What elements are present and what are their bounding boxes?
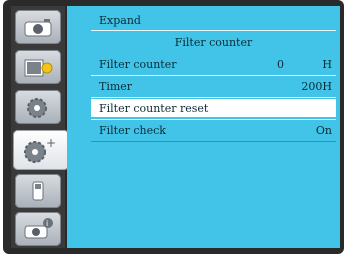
menu-title: Expand: [67, 12, 340, 28]
menu-title-text: Expand: [99, 14, 141, 27]
menu-row-label: Filter counter: [99, 58, 177, 71]
menu-row-value: 200H: [301, 80, 332, 93]
row-divider: [91, 141, 336, 142]
settings-gear-icon: [27, 98, 47, 118]
menu-row-value: On: [315, 124, 332, 137]
row-divider: [91, 119, 336, 120]
row-divider: [91, 75, 336, 76]
menu-row-filter-counter[interactable]: Filter counter 0 H: [91, 55, 336, 73]
menu-row-timer[interactable]: Timer 200H: [91, 77, 336, 95]
sidebar-tab-expand[interactable]: +: [13, 130, 69, 170]
menu-row-filter-check[interactable]: Filter check On: [91, 121, 336, 139]
camera-icon: [24, 19, 52, 37]
menu-row-label: Filter counter reset: [99, 102, 209, 115]
sidebar-tab-camera[interactable]: [15, 10, 61, 44]
expand-settings-icon: +: [24, 136, 56, 163]
menu-sidebar: + i: [11, 6, 69, 248]
menu-row-unit: H: [322, 58, 332, 71]
menu-row-label: Filter check: [99, 124, 166, 137]
menu-row-filter-counter-reset[interactable]: Filter counter reset: [91, 99, 336, 117]
projector-osd-screen: + i Expand Filter counter Filter counter: [3, 0, 344, 254]
svg-text:+: +: [46, 136, 56, 150]
sidebar-tab-display[interactable]: [15, 50, 61, 84]
row-divider: [91, 97, 336, 98]
sidebar-tab-info[interactable]: i: [15, 212, 61, 246]
info-icon: i: [24, 218, 53, 239]
usb-icon: [32, 181, 44, 201]
sidebar-tab-settings[interactable]: [15, 90, 61, 124]
menu-row-value: 0: [277, 58, 284, 71]
display-settings-icon: [24, 59, 53, 77]
menu-panel: Expand Filter counter Filter counter 0 H…: [67, 6, 340, 248]
menu-row-label: Timer: [99, 80, 133, 93]
section-heading: Filter counter: [174, 36, 253, 49]
svg-text:i: i: [46, 219, 48, 228]
title-divider: [91, 30, 336, 31]
sidebar-tab-usb[interactable]: [15, 174, 61, 208]
